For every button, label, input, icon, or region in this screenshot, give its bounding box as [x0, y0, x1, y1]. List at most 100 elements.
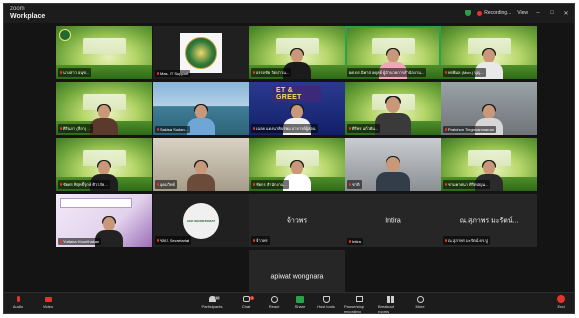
mic-muted-icon	[253, 71, 255, 74]
breakout-rooms-button[interactable]: Breakout rooms	[378, 295, 402, 313]
mic-muted-icon	[253, 239, 255, 242]
et-greet-banner: ET & GREET	[273, 86, 321, 102]
participant-display-name: Intira	[385, 217, 401, 224]
university-seal-icon	[59, 29, 71, 41]
participant-name: ชามคาศนา ศิริตปญน...	[448, 182, 489, 187]
mic-muted-icon	[157, 239, 159, 242]
participant-name: เฉลย แดงนาคิบรพม อาจารย์ผู้สอน	[256, 126, 316, 131]
video-tile[interactable]: ศิรินภา (ลีลา) ...	[56, 82, 152, 135]
more-button[interactable]: More	[408, 295, 432, 309]
share-button[interactable]: Share	[288, 295, 312, 309]
mic-muted-icon	[157, 72, 159, 75]
mic-muted-icon	[157, 128, 159, 131]
video-tile[interactable]: พรพิมล (Mon.) บุญ...	[441, 26, 537, 79]
video-tile[interactable]: ชาติ	[345, 138, 441, 191]
mic-muted-icon	[349, 127, 351, 130]
video-tile[interactable]: Sakisa Sudan...	[153, 82, 249, 135]
mic-muted-icon	[157, 183, 159, 186]
participant-name: ผศ.ดร.นิพาส อดุลย์ ผู้อำนวยการสำนักงาน..…	[349, 70, 425, 75]
maximize-button[interactable]: □	[548, 10, 556, 16]
mic-muted-icon	[445, 239, 447, 242]
slide-banner	[60, 198, 132, 208]
participant-name: Yuttana Hoonthakan	[63, 239, 100, 244]
video-tile[interactable]: Yuttana Hoonthakan	[56, 194, 152, 247]
video-tile[interactable]: ชามคาศนา ศิริตปญน...	[441, 138, 537, 191]
mic-muted-icon	[60, 183, 62, 186]
chat-button[interactable]: Chat 1	[234, 295, 258, 309]
participant-name: จ้าวพร	[256, 238, 268, 243]
react-icon	[270, 295, 278, 303]
video-tile[interactable]: ศิริพร แก้วยัน...	[345, 82, 441, 135]
video-tile[interactable]: Mas. IT Support	[153, 26, 249, 79]
participant-name: พรพิมล (Mon.) บุญ...	[448, 70, 484, 75]
minimize-button[interactable]: –	[534, 10, 542, 16]
participant-display-name: apiwat wongnara	[270, 273, 324, 280]
participant-display-name: ณ.สุภาพร มะรัตน์...	[459, 217, 519, 224]
participants-button[interactable]: Participants 12	[200, 295, 224, 309]
video-tile[interactable]: ณ.สุภาพร มะรัตน์... ณ.สุภาพร มะรัตน์ ดร.…	[441, 194, 537, 247]
mic-muted-icon	[60, 127, 62, 130]
mic-muted-icon	[349, 240, 351, 243]
video-tile[interactable]: ASO SECRETARIAT ชจป. Secretariat	[153, 194, 249, 247]
video-tile[interactable]: อรรถชัย วัดปาวน...	[249, 26, 345, 79]
react-button[interactable]: React	[262, 295, 286, 309]
video-button[interactable]: Video	[36, 295, 60, 309]
brand-name: Workplace	[10, 13, 46, 20]
mic-muted-icon	[253, 183, 255, 186]
video-tile[interactable]: อุดมวิทย์	[153, 138, 249, 191]
participant-name: ณ.สุภาพร มะรัตน์ ดร.ปู	[448, 238, 488, 243]
participant-video	[186, 160, 216, 191]
participants-count-badge: 12	[214, 296, 220, 300]
audio-button[interactable]: Audio	[6, 295, 30, 309]
aso-secretariat-logo-icon: ASO SECRETARIAT	[183, 202, 219, 239]
participant-name: Intira	[352, 239, 361, 244]
host-tools-button[interactable]: Host tools	[314, 295, 338, 309]
pause-stop-recording-button[interactable]: Pause/stop recording	[344, 295, 374, 313]
gallery-grid: นางสาว อนุช... Mas. IT Support อรรถชัย ว…	[4, 23, 574, 303]
participant-name: Pratchon Tiegnnanmarrun	[448, 127, 495, 132]
video-tile[interactable]: นางสาว อนุช...	[56, 26, 152, 79]
participant-name: ชจป. Secretariat	[160, 238, 190, 243]
view-button[interactable]: View	[517, 10, 528, 16]
end-meeting-button[interactable]: End	[552, 295, 570, 309]
recording-indicator[interactable]: Recording...	[477, 10, 511, 16]
host-tools-icon	[322, 295, 330, 303]
participant-name: ชัยกร สำนักงาน...	[256, 182, 287, 187]
meeting-toolbar: Audio Video Participants 12 Chat 1 React…	[4, 292, 574, 313]
breakout-rooms-icon	[386, 295, 394, 303]
video-tile[interactable]: ชัยกร สำนักงาน...	[249, 138, 345, 191]
zoom-window: zoom Workplace Recording... View – □ ✕ น…	[3, 3, 575, 314]
more-icon	[416, 295, 424, 303]
security-shield-icon[interactable]	[465, 10, 472, 16]
participant-name: ชัยศร พิสุทธิ์รุกษ์ ศิวาภัย...	[63, 182, 108, 187]
share-screen-icon	[296, 295, 304, 303]
participant-display-name: จ้าวพร	[286, 217, 308, 224]
app-logo: zoom Workplace	[10, 6, 45, 20]
participant-name: นางสาว อนุช...	[63, 70, 90, 75]
video-tile[interactable]: ชัยศร พิสุทธิ์รุกษ์ ศิวาภัย...	[56, 138, 152, 191]
mic-muted-icon	[445, 128, 447, 131]
university-logo-icon	[185, 36, 217, 69]
chat-icon	[242, 296, 250, 302]
participant-name: อรรถชัย วัดปาวน...	[256, 70, 290, 75]
camera-off-icon	[44, 296, 52, 302]
record-dot-icon	[477, 10, 483, 16]
mic-muted-icon	[445, 71, 447, 74]
participant-video	[186, 104, 216, 135]
video-tile[interactable]: Pratchon Tiegnnanmarrun	[441, 82, 537, 135]
participant-name: Sakisa Sudan...	[160, 127, 189, 132]
participant-name: ศิรินภา (ลีลา) ...	[63, 126, 91, 131]
mic-muted-icon	[60, 240, 62, 243]
end-call-icon	[557, 295, 565, 303]
participant-video	[89, 104, 119, 135]
video-tile[interactable]: จ้าวพร จ้าวพร	[249, 194, 345, 247]
mic-muted-icon	[349, 183, 351, 186]
recording-label: Recording...	[484, 10, 512, 16]
video-tile[interactable]: ET & GREET เฉลย แดงนาคิบรพม อาจารย์ผู้สอ…	[249, 82, 345, 135]
close-button[interactable]: ✕	[562, 10, 570, 17]
video-tile[interactable]: Intira Intira	[345, 194, 441, 247]
video-tile-active-speaker[interactable]: ผศ.ดร.นิพาส อดุลย์ ผู้อำนวยการสำนักงาน..…	[345, 26, 441, 79]
participant-video	[375, 156, 411, 191]
participant-name: ชาติ	[352, 182, 360, 187]
brand-top: zoom	[10, 6, 25, 12]
